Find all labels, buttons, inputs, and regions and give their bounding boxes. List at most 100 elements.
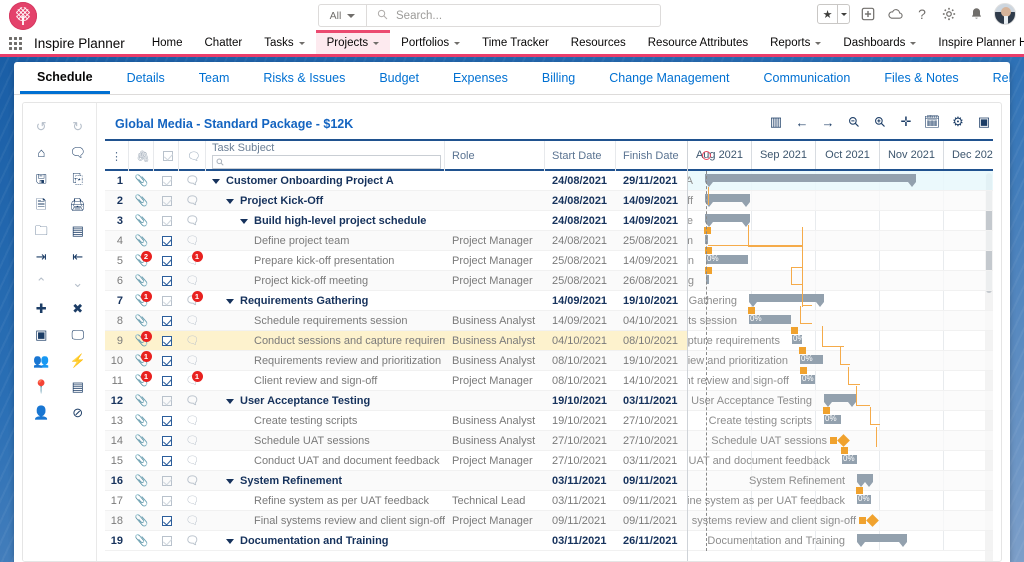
- task-subject-cell[interactable]: Client review and sign-off: [206, 371, 445, 391]
- global-search[interactable]: All: [318, 4, 661, 27]
- attachment-cell[interactable]: 📎: [129, 391, 154, 411]
- task-subject-cell[interactable]: Prepare kick-off presentation: [206, 251, 445, 271]
- back-arrow-icon[interactable]: ←: [795, 114, 809, 130]
- table-row[interactable]: 2📎🗨Project Kick-Off24/08/202114/09/2021: [105, 191, 687, 211]
- comment-cell[interactable]: 🗨: [179, 471, 206, 491]
- favorites-dropdown-icon[interactable]: [837, 5, 849, 23]
- table-row[interactable]: 8📎🗨Schedule requirements sessionBusiness…: [105, 311, 687, 331]
- task-subject-cell[interactable]: Customer Onboarding Project A: [206, 171, 445, 191]
- gantt-row[interactable]: entation0%: [688, 251, 993, 271]
- nav-item-home[interactable]: Home: [141, 31, 194, 55]
- attachment-cell[interactable]: 📎: [129, 451, 154, 471]
- gantt-row[interactable]: Conduct UAT and document feedback0%: [688, 451, 993, 471]
- gantt-summary-bar[interactable]: [824, 394, 856, 402]
- table-row[interactable]: 17📎🗨Refine system as per UAT feedbackTec…: [105, 491, 687, 511]
- tab-expenses[interactable]: Expenses: [436, 62, 525, 94]
- attachment-cell[interactable]: 📎: [129, 491, 154, 511]
- nav-item-inspire-planner-help[interactable]: Inspire Planner Help: [927, 31, 1024, 55]
- nav-item-chatter[interactable]: Chatter: [194, 31, 254, 55]
- baseline-icon[interactable]: ▣: [30, 323, 52, 345]
- nav-item-reports[interactable]: Reports: [759, 31, 832, 55]
- comment-cell[interactable]: 🗨: [179, 271, 206, 291]
- gantt-task-bar[interactable]: 0%: [824, 415, 841, 424]
- complete-checkbox[interactable]: [154, 331, 179, 351]
- nav-item-portfolios[interactable]: Portfolios: [390, 31, 471, 55]
- attachment-cell[interactable]: 📎: [129, 431, 154, 451]
- task-subject-cell[interactable]: Refine system as per UAT feedback: [206, 491, 445, 511]
- gantt-task-bar[interactable]: 0%: [857, 495, 871, 504]
- tab-communication[interactable]: Communication: [746, 62, 867, 94]
- tab-budget[interactable]: Budget: [362, 62, 436, 94]
- gantt-row[interactable]: meeting: [688, 271, 993, 291]
- add-icon[interactable]: [859, 5, 877, 23]
- gantt-row[interactable]: ct team: [688, 231, 993, 251]
- task-subject-cell[interactable]: Conduct sessions and capture requirement…: [206, 331, 445, 351]
- table-row[interactable]: 16📎🗨System Refinement03/11/202109/11/202…: [105, 471, 687, 491]
- comment-cell[interactable]: 🗨1: [179, 251, 206, 271]
- expand-collapse-caret-icon[interactable]: [226, 299, 234, 304]
- table-row[interactable]: 12📎🗨User Acceptance Testing19/10/202103/…: [105, 391, 687, 411]
- complete-checkbox[interactable]: [154, 471, 179, 491]
- columns-icon[interactable]: ▥: [769, 114, 783, 130]
- print-icon[interactable]: 🖨: [67, 193, 89, 215]
- task-subject-cell[interactable]: Documentation and Training: [206, 531, 445, 551]
- complete-checkbox[interactable]: [154, 171, 179, 191]
- comment-cell[interactable]: 🗨: [179, 231, 206, 251]
- complete-checkbox[interactable]: [154, 431, 179, 451]
- gantt-row[interactable]: ick-Off: [688, 191, 993, 211]
- complete-checkbox[interactable]: [154, 351, 179, 371]
- gantt-milestone[interactable]: [837, 434, 850, 447]
- calendar-icon[interactable]: 🗓: [925, 114, 939, 130]
- comment-cell[interactable]: 🗨: [179, 531, 206, 551]
- attachment-cell[interactable]: 📎1: [129, 351, 154, 371]
- nav-item-time-tracker[interactable]: Time Tracker: [471, 31, 560, 55]
- gantt-row[interactable]: hedule: [688, 211, 993, 231]
- table-row[interactable]: 11📎1🗨1Client review and sign-offProject …: [105, 371, 687, 391]
- gantt-row[interactable]: User Acceptance Testing: [688, 391, 993, 411]
- gantt-row[interactable]: System Refinement: [688, 471, 993, 491]
- task-subject-cell[interactable]: Schedule requirements session: [206, 311, 445, 331]
- table-row[interactable]: 1📎🗨Customer Onboarding Project A24/08/20…: [105, 171, 687, 191]
- gantt-task-bar[interactable]: 0%: [800, 355, 823, 364]
- complete-checkbox[interactable]: [154, 531, 179, 551]
- gantt-row[interactable]: Documentation and Training: [688, 531, 993, 551]
- columns-icon[interactable]: ▤: [67, 219, 89, 241]
- milestone-icon[interactable]: 📍: [30, 375, 52, 397]
- expand-collapse-caret-icon[interactable]: [226, 539, 234, 544]
- outdent-icon[interactable]: ⇤: [67, 245, 89, 267]
- app-launcher-icon[interactable]: [9, 31, 25, 55]
- tab-related[interactable]: Related: [976, 62, 1010, 94]
- attachment-cell[interactable]: 📎: [129, 231, 154, 251]
- settings-gear-icon[interactable]: ⚙: [951, 114, 965, 130]
- task-subject-cell[interactable]: Project kick-off meeting: [206, 271, 445, 291]
- complete-checkbox[interactable]: [154, 371, 179, 391]
- table-row[interactable]: 6📎🗨Project kick-off meetingProject Manag…: [105, 271, 687, 291]
- complete-checkbox[interactable]: [154, 391, 179, 411]
- comment-cell[interactable]: 🗨: [179, 411, 206, 431]
- gantt-task-bar[interactable]: 0%: [749, 315, 791, 324]
- complete-checkbox[interactable]: [154, 231, 179, 251]
- attachment-cell[interactable]: 📎: [129, 311, 154, 331]
- nav-item-tasks[interactable]: Tasks: [253, 31, 315, 55]
- redo-icon[interactable]: ↻: [67, 115, 89, 137]
- attachment-cell[interactable]: 📎: [129, 411, 154, 431]
- comment-cell[interactable]: 🗨: [179, 351, 206, 371]
- comment-cell[interactable]: 🗨1: [179, 291, 206, 311]
- complete-checkbox[interactable]: [154, 251, 179, 271]
- gantt-timeline[interactable]: Aug 2021 Sep 2021 Oct 2021 Nov 2021 Dec …: [688, 141, 993, 561]
- home-icon[interactable]: ⌂: [30, 141, 52, 163]
- complete-checkbox[interactable]: [154, 411, 179, 431]
- gantt-row[interactable]: quirements session0%: [688, 311, 993, 331]
- tab-schedule[interactable]: Schedule: [20, 62, 110, 94]
- attachment-cell[interactable]: 📎1: [129, 331, 154, 351]
- undo-icon[interactable]: ↺: [30, 115, 52, 137]
- open-folder-icon[interactable]: 🗀: [30, 219, 52, 241]
- task-subject-cell[interactable]: Build high-level project schedule: [206, 211, 445, 231]
- gantt-task-bar[interactable]: 0%: [842, 455, 857, 464]
- gantt-summary-bar[interactable]: [705, 214, 750, 222]
- complete-checkbox[interactable]: [154, 291, 179, 311]
- expand-collapse-caret-icon[interactable]: [240, 219, 248, 224]
- gantt-task-bar[interactable]: 0%: [792, 335, 802, 344]
- task-subject-cell[interactable]: User Acceptance Testing: [206, 391, 445, 411]
- delete-task-icon[interactable]: ✖: [67, 297, 89, 319]
